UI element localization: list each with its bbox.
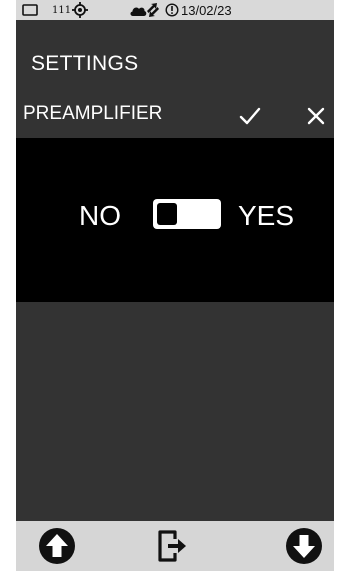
preamplifier-toggle[interactable] — [153, 199, 221, 229]
arrow-down-circle-icon — [286, 528, 322, 564]
status-date: 13/02/23 — [181, 2, 232, 18]
close-icon — [307, 107, 325, 125]
parameter-header: PREAMPLIFIER — [16, 96, 334, 136]
toggle-off-label: NO — [79, 200, 121, 231]
confirm-button[interactable] — [234, 100, 266, 132]
toggle-row: NO YES — [16, 196, 334, 240]
channel-number: 111 — [52, 4, 72, 16]
exit-icon — [158, 530, 186, 562]
battery-icon — [22, 0, 38, 20]
title-row: SETTINGS — [16, 44, 334, 84]
alert-icon — [165, 0, 179, 20]
page-title: SETTINGS — [31, 52, 139, 75]
arrow-up-circle-icon — [39, 528, 75, 564]
toggle-knob — [157, 203, 177, 225]
parameter-name: PREAMPLIFIER — [23, 103, 163, 124]
device-screen: 111 13/02/23 SETTINGS PREAMPLIFIER NO YE… — [16, 0, 334, 571]
scroll-up-button[interactable] — [37, 526, 77, 566]
status-bar: 111 13/02/23 — [16, 0, 334, 20]
exit-button[interactable] — [150, 526, 190, 566]
cancel-button[interactable] — [300, 100, 332, 132]
cloud-icon — [129, 0, 147, 20]
check-icon — [239, 107, 261, 125]
setting-panel: NO YES — [16, 138, 334, 302]
scroll-down-button[interactable] — [284, 526, 324, 566]
target-icon — [72, 0, 88, 20]
toggle-on-label: YES — [238, 200, 295, 231]
sync-icon — [146, 0, 160, 20]
bottom-nav-bar — [16, 521, 334, 571]
